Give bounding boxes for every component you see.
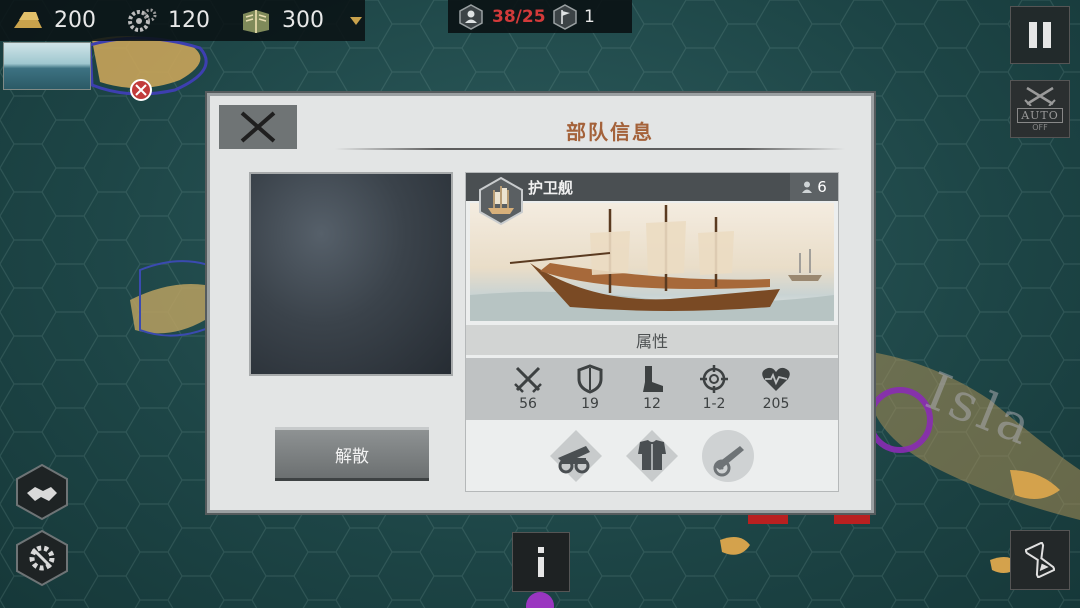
pause-icon — [1029, 22, 1051, 48]
attributes-title: 属性 — [466, 325, 838, 355]
resource-manpower: 300 — [238, 7, 342, 35]
minimap[interactable] — [3, 42, 91, 90]
stat-health: 205 — [745, 358, 807, 420]
flag-count: 1 — [584, 6, 595, 27]
stats-row: 56 19 12 1-2 205 — [466, 358, 838, 420]
stat-health-value: 205 — [762, 396, 790, 412]
attack-swords-icon — [513, 364, 543, 394]
crew-count-box: 6 — [790, 173, 838, 201]
range-crosshair-icon — [699, 364, 729, 394]
auto-state: OFF — [1032, 123, 1048, 132]
title-divider — [335, 148, 845, 150]
unit-detail-panel: 护卫舰 6 属性 56 19 12 1-2 205 — [465, 172, 839, 492]
manpower-book-icon — [238, 7, 274, 35]
movement-boot-icon — [637, 364, 667, 394]
auto-label: AUTO — [1017, 108, 1063, 123]
equipment-row — [466, 423, 838, 489]
gold-bars-icon — [10, 7, 46, 35]
stat-attack: 56 — [497, 358, 559, 420]
gear-industry-icon — [124, 7, 160, 35]
health-heart-icon — [761, 364, 791, 394]
resource-bar: 200 120 300 — [0, 0, 365, 41]
dialog-title: 部队信息 — [566, 120, 654, 144]
resource-gold: 200 — [10, 7, 114, 35]
armor-upgrade-icon[interactable] — [624, 428, 680, 484]
army-status-bar: 38/25 1 — [448, 0, 632, 33]
stat-range: 1-2 — [683, 358, 745, 420]
close-icon — [240, 111, 276, 143]
close-button[interactable] — [219, 105, 297, 149]
expand-caret-icon[interactable] — [348, 13, 364, 29]
ship-illustration — [470, 203, 834, 321]
unit-info-dialog: 部队信息 解散 护卫舰 6 属性 56 19 12 1-2 205 — [207, 93, 874, 513]
info-icon — [538, 547, 544, 577]
stat-movement: 12 — [621, 358, 683, 420]
info-button[interactable] — [512, 532, 570, 592]
stat-defense-value: 19 — [581, 396, 599, 412]
auto-battle-button[interactable]: AUTO OFF — [1010, 80, 1070, 138]
hourglass-icon — [1025, 542, 1055, 578]
handshake-icon — [16, 463, 68, 521]
flag-hex-icon — [552, 3, 578, 30]
industry-value: 120 — [168, 8, 210, 33]
cannon-upgrade-icon[interactable] — [548, 428, 604, 484]
unit-hex-icon — [458, 3, 484, 30]
unit-count: 38/25 — [492, 6, 546, 27]
resource-industry: 120 — [124, 7, 228, 35]
person-icon — [802, 181, 813, 193]
manpower-value: 300 — [282, 8, 324, 33]
frigate-class-icon — [478, 176, 524, 226]
stat-range-value: 1-2 — [702, 396, 726, 412]
defense-shield-icon — [575, 364, 605, 394]
gold-value: 200 — [54, 8, 96, 33]
diplomacy-button[interactable] — [12, 462, 72, 522]
stat-attack-value: 56 — [519, 396, 537, 412]
disband-button[interactable]: 解散 — [275, 427, 429, 481]
mortar-upgrade-icon[interactable] — [700, 428, 756, 484]
stat-movement-value: 12 — [643, 396, 661, 412]
crew-count: 6 — [817, 178, 827, 196]
crossed-swords-icon — [1024, 86, 1056, 106]
tech-button[interactable] — [12, 528, 72, 588]
commander-portrait-slot[interactable] — [249, 172, 453, 376]
end-turn-button[interactable] — [1010, 530, 1070, 590]
unit-name: 护卫舰 — [528, 179, 574, 197]
pause-button[interactable] — [1010, 6, 1070, 64]
tech-gear-icon — [16, 529, 68, 587]
stat-defense: 19 — [559, 358, 621, 420]
